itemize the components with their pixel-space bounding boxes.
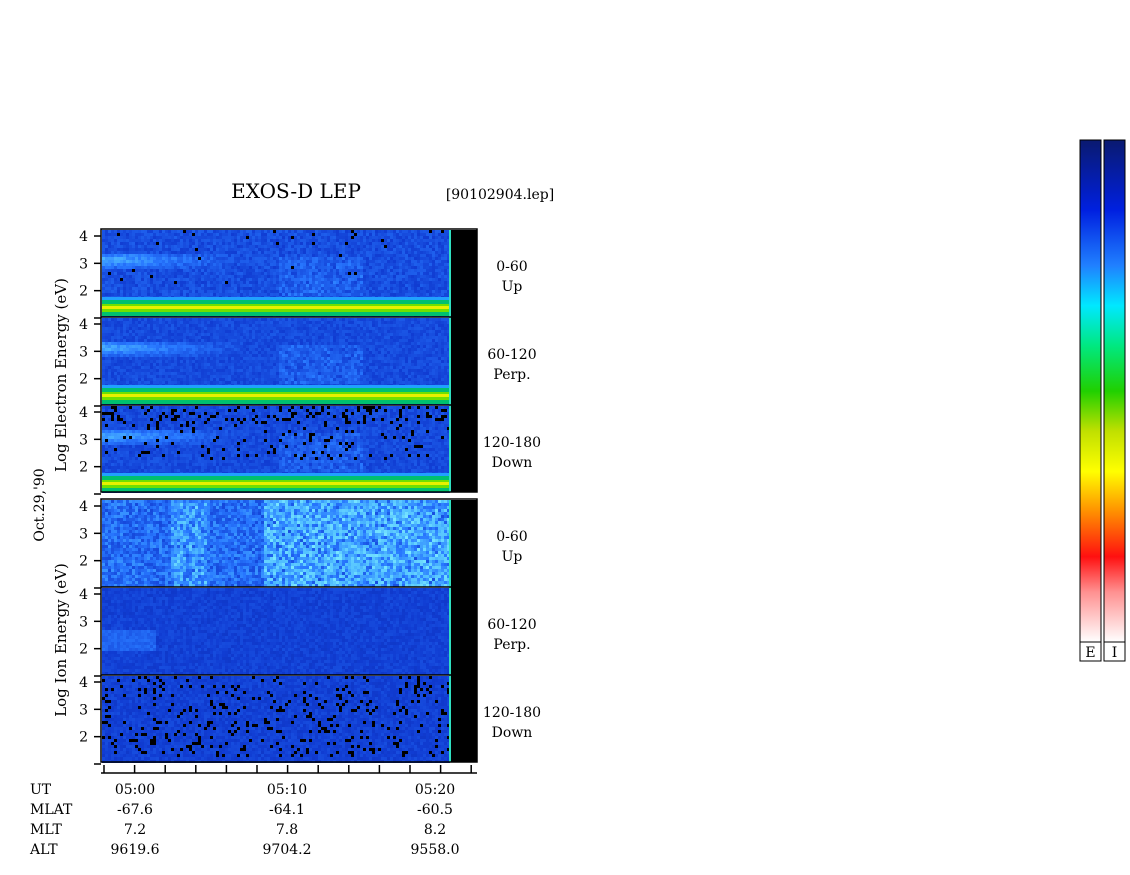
x-tick-value: -60.5 (417, 802, 453, 818)
date-label: Oct.29,'90 (32, 468, 48, 541)
x-tick-value: 05:10 (267, 782, 307, 798)
y-tick-label: 2 (79, 372, 88, 388)
y-tick-label: 2 (79, 554, 88, 570)
y-tick-label: 4 (79, 675, 88, 691)
colorbar-electron: E (1079, 139, 1102, 662)
y-tick-label: 3 (79, 432, 88, 448)
channel-range-label: 0-60 (496, 259, 527, 275)
y-tick-label: 4 (79, 499, 88, 515)
colorbar-electron-label: E (1085, 645, 1095, 661)
x-row-label: MLT (30, 822, 62, 838)
ion-spectrogram-perp (102, 588, 450, 675)
x-tick-value: 9704.2 (263, 842, 312, 858)
y-tick-label: 4 (79, 317, 88, 333)
x-tick-value: 05:20 (415, 782, 455, 798)
channel-direction-label: Down (492, 725, 533, 741)
y-tick-label: 3 (79, 344, 88, 360)
y-tick-label: 4 (79, 405, 88, 421)
y-tick-label: 3 (79, 526, 88, 542)
x-tick-value: -64.1 (269, 802, 305, 818)
channel-direction-label: Down (492, 455, 533, 471)
x-row-label: ALT (29, 842, 58, 858)
y-tick-label: 2 (79, 730, 88, 746)
x-row-label: UT (30, 782, 52, 798)
x-tick-value: 9619.6 (111, 842, 160, 858)
x-tick-value: 8.2 (424, 822, 446, 838)
y-tick-label: 2 (79, 284, 88, 300)
channel-direction-label: Up (502, 549, 523, 565)
electron-spectrogram-perp (102, 318, 450, 405)
y-tick-label: 4 (79, 587, 88, 603)
electron-spectrogram-up (102, 230, 450, 317)
y-tick-label: 3 (79, 614, 88, 630)
electron-spectrogram-down (102, 406, 450, 493)
y-tick-label: 4 (79, 229, 88, 245)
x-tick-value: 7.2 (124, 822, 146, 838)
channel-range-label: 60-120 (487, 617, 536, 633)
x-tick-value: 7.8 (276, 822, 298, 838)
x-tick-value: 05:00 (115, 782, 155, 798)
y-tick-label: 3 (79, 256, 88, 272)
electron-end-bar (451, 230, 477, 492)
x-tick-value: -67.6 (117, 802, 153, 818)
channel-range-label: 60-120 (487, 347, 536, 363)
ion-spectrogram-down (102, 676, 450, 763)
colorbar-ion-label: I (1112, 645, 1118, 661)
chart-title: EXOS-D LEP (231, 179, 361, 203)
x-tick-value: 9558.0 (411, 842, 460, 858)
ion-ylabel: Log Ion Energy (eV) (52, 563, 70, 717)
channel-range-label: 120-180 (483, 435, 541, 451)
y-tick-label: 3 (79, 702, 88, 718)
x-row-label: MLAT (30, 802, 73, 818)
channel-direction-label: Up (502, 279, 523, 295)
ion-spectrogram-up (102, 500, 450, 587)
ion-end-bar (451, 500, 477, 762)
channel-direction-label: Perp. (493, 367, 530, 383)
colorbar-ion: I (1103, 139, 1126, 662)
y-tick-label: 2 (79, 460, 88, 476)
y-tick-label: 2 (79, 642, 88, 658)
file-label: [90102904.lep] (446, 187, 554, 203)
electron-ylabel: Log Electron Energy (eV) (52, 278, 70, 472)
spectrogram-figure: EXOS-D LEP [90102904.lep] 4 3 2 4 3 2 4 3 2 4 3 2 4 3… (29, 139, 1126, 858)
channel-range-label: 0-60 (496, 529, 527, 545)
channel-direction-label: Perp. (493, 637, 530, 653)
channel-range-label: 120-180 (483, 705, 541, 721)
